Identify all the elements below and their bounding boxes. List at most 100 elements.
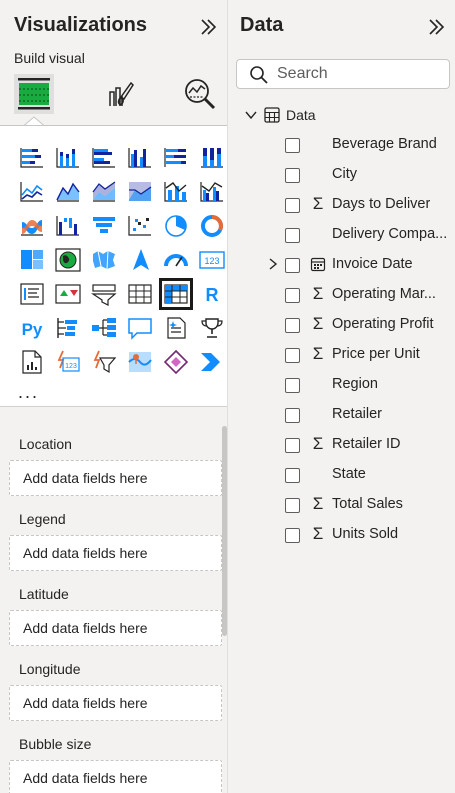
well-latitude-dropzone[interactable]: Add data fields here <box>9 610 222 646</box>
pie-chart-icon[interactable] <box>158 209 194 243</box>
key-influencers-icon[interactable] <box>50 311 86 345</box>
clustered-column-chart-icon[interactable] <box>122 141 158 175</box>
field-row[interactable]: Invoice Date <box>228 250 455 280</box>
field-label: Invoice Date <box>332 256 413 272</box>
more-visuals-button[interactable]: ... <box>18 382 39 403</box>
smart-narrative-icon[interactable] <box>158 311 194 345</box>
decomposition-tree-icon[interactable] <box>86 311 122 345</box>
field-checkbox[interactable] <box>285 258 300 273</box>
build-visual-tab[interactable] <box>14 74 54 114</box>
field-row[interactable]: Delivery Compa... <box>228 220 455 250</box>
field-checkbox[interactable] <box>285 228 300 243</box>
field-row[interactable]: Σ Retailer ID <box>228 430 455 460</box>
chevron-down-icon[interactable] <box>244 108 258 122</box>
field-checkbox[interactable] <box>285 438 300 453</box>
multi-row-card-icon[interactable] <box>14 277 50 311</box>
clustered-bar-chart-icon[interactable] <box>86 141 122 175</box>
data-pane: Data Data Beverage Brand City Σ Days to Del… <box>228 0 455 793</box>
table-node-data[interactable]: Data <box>244 104 316 126</box>
line-chart-icon[interactable] <box>14 175 50 209</box>
field-row[interactable]: Beverage Brand <box>228 130 455 160</box>
well-location-dropzone[interactable]: Add data fields here <box>9 460 222 496</box>
donut-chart-icon[interactable] <box>194 209 227 243</box>
field-row[interactable]: Region <box>228 370 455 400</box>
sigma-icon: Σ <box>312 524 324 543</box>
chevron-right-icon[interactable] <box>266 257 280 271</box>
field-row[interactable]: Σ Total Sales <box>228 490 455 520</box>
paginated-report-icon[interactable] <box>14 345 50 379</box>
field-row[interactable]: City <box>228 160 455 190</box>
well-bubble-size: Bubble size Add data fields here <box>9 736 222 793</box>
stacked-bar-chart-icon[interactable] <box>14 141 50 175</box>
field-row[interactable]: Σ Operating Profit <box>228 310 455 340</box>
search-input[interactable] <box>277 63 445 85</box>
map-icon[interactable] <box>50 243 86 277</box>
well-longitude-dropzone[interactable]: Add data fields here <box>9 685 222 721</box>
power-apps-alt-icon[interactable] <box>158 345 194 379</box>
power-automate-icon[interactable] <box>86 345 122 379</box>
100-percent-stacked-column-chart-icon[interactable] <box>194 141 227 175</box>
field-checkbox[interactable] <box>285 408 300 423</box>
matrix-icon[interactable] <box>158 277 194 311</box>
field-checkbox[interactable] <box>285 348 300 363</box>
field-checkbox[interactable] <box>285 498 300 513</box>
field-row[interactable]: State <box>228 460 455 490</box>
ribbon-chart-icon[interactable] <box>14 209 50 243</box>
card-icon[interactable]: 123 <box>194 243 227 277</box>
wells-scrollbar[interactable] <box>222 426 227 636</box>
well-bubble-size-dropzone[interactable]: Add data fields here <box>9 760 222 793</box>
100-percent-stacked-area-chart-icon[interactable] <box>122 175 158 209</box>
field-row[interactable]: Σ Operating Mar... <box>228 280 455 310</box>
field-checkbox[interactable] <box>285 198 300 213</box>
field-checkbox[interactable] <box>285 168 300 183</box>
table-icon[interactable] <box>122 277 158 311</box>
table-name: Data <box>286 107 316 123</box>
field-row[interactable]: Σ Price per Unit <box>228 340 455 370</box>
sigma-icon: Σ <box>312 434 324 453</box>
treemap-icon[interactable] <box>14 243 50 277</box>
search-box[interactable] <box>236 59 450 89</box>
collapse-data-button[interactable] <box>425 16 447 38</box>
stacked-area-chart-icon[interactable] <box>86 175 122 209</box>
analytics-tab[interactable] <box>180 74 220 114</box>
kpi-icon[interactable] <box>50 277 86 311</box>
sigma-icon: Σ <box>312 284 324 303</box>
slicer-icon[interactable] <box>86 277 122 311</box>
table-icon <box>264 107 280 123</box>
field-row[interactable]: Σ Days to Deliver <box>228 190 455 220</box>
stacked-column-chart-icon[interactable] <box>50 141 86 175</box>
sigma-icon: Σ <box>312 314 324 333</box>
field-row[interactable]: Σ Units Sold <box>228 520 455 550</box>
100-percent-stacked-bar-chart-icon[interactable] <box>158 141 194 175</box>
python-visual-icon[interactable]: Py <box>14 311 50 345</box>
qna-icon[interactable] <box>122 311 158 345</box>
field-checkbox[interactable] <box>285 318 300 333</box>
waterfall-chart-icon[interactable] <box>50 209 86 243</box>
format-visual-tab[interactable] <box>100 74 140 114</box>
funnel-chart-icon[interactable] <box>86 209 122 243</box>
field-checkbox[interactable] <box>285 138 300 153</box>
arcgis-map-icon[interactable] <box>122 345 158 379</box>
visual-types-gallery: 123 R Py 123 ... <box>0 125 227 407</box>
field-checkbox[interactable] <box>285 378 300 393</box>
field-checkbox[interactable] <box>285 528 300 543</box>
line-and-stacked-column-chart-icon[interactable] <box>158 175 194 209</box>
area-chart-icon[interactable] <box>50 175 86 209</box>
gauge-icon[interactable] <box>158 243 194 277</box>
field-row[interactable]: Retailer <box>228 400 455 430</box>
collapse-visualizations-button[interactable] <box>197 16 219 38</box>
field-checkbox[interactable] <box>285 288 300 303</box>
well-longitude-label: Longitude <box>19 661 81 677</box>
azure-map-icon[interactable] <box>122 243 158 277</box>
power-apps-icon[interactable]: 123 <box>50 345 86 379</box>
r-script-visual-icon[interactable]: R <box>194 277 227 311</box>
field-label: Operating Mar... <box>332 286 436 302</box>
line-and-clustered-column-chart-icon[interactable] <box>194 175 227 209</box>
field-checkbox[interactable] <box>285 468 300 483</box>
well-legend-dropzone[interactable]: Add data fields here <box>9 535 222 571</box>
chevron-visual-icon[interactable] <box>194 345 227 379</box>
metrics-icon[interactable] <box>194 311 227 345</box>
scatter-chart-icon[interactable] <box>122 209 158 243</box>
well-legend-label: Legend <box>19 511 66 527</box>
filled-map-icon[interactable] <box>86 243 122 277</box>
